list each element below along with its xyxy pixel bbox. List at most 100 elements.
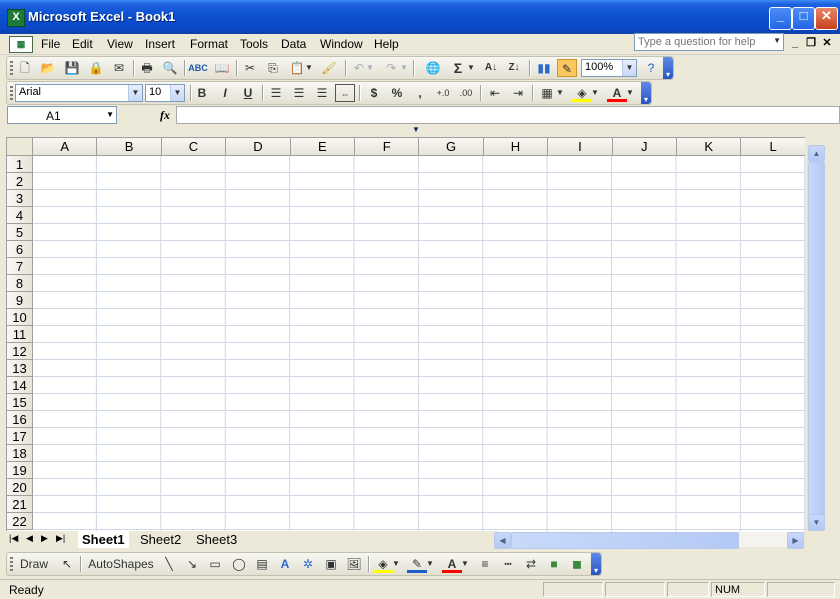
wordart-icon[interactable]: A bbox=[275, 555, 295, 573]
paste-dropdown-icon[interactable]: ▼ bbox=[304, 59, 314, 77]
draw-menu[interactable]: Draw ▾ bbox=[16, 555, 52, 589]
chevron-down-icon[interactable]: ▼ bbox=[106, 110, 114, 119]
prev-sheet-icon[interactable]: ◀ bbox=[26, 533, 33, 544]
autoshapes-menu[interactable]: AutoShapes ▾ bbox=[85, 555, 157, 589]
column-header[interactable]: G bbox=[419, 138, 484, 156]
percent-icon[interactable]: % bbox=[387, 84, 407, 102]
row-header[interactable]: 20 bbox=[7, 479, 33, 496]
format-painter-icon[interactable]: 🖌 bbox=[319, 59, 339, 77]
fill-color-dropdown-icon[interactable]: ▼ bbox=[590, 84, 600, 102]
menu-edit[interactable]: Edit bbox=[72, 37, 93, 51]
menu-insert[interactable]: Insert bbox=[145, 37, 175, 51]
last-sheet-icon[interactable]: ▶| bbox=[56, 533, 65, 544]
select-objects-icon[interactable]: ↖ bbox=[57, 555, 77, 573]
menu-file[interactable]: File bbox=[41, 37, 60, 51]
align-left-icon[interactable]: ☰ bbox=[266, 84, 286, 102]
doc-close-button[interactable]: ✕ bbox=[820, 36, 834, 50]
menu-window[interactable]: Window bbox=[320, 37, 363, 51]
row-header[interactable]: 13 bbox=[7, 360, 33, 377]
sheet-tab-sheet2[interactable]: Sheet2 bbox=[136, 531, 185, 548]
toolbar-options-icon[interactable]: ▾ bbox=[591, 553, 601, 575]
row-header[interactable]: 5 bbox=[7, 224, 33, 241]
save-icon[interactable]: 💾 bbox=[62, 59, 82, 77]
help-question-input[interactable] bbox=[638, 35, 764, 49]
menu-data[interactable]: Data bbox=[281, 37, 306, 51]
print-preview-icon[interactable]: 🔍 bbox=[160, 59, 180, 77]
sheet-tab-sheet3[interactable]: Sheet3 bbox=[192, 531, 241, 548]
row-header[interactable]: 19 bbox=[7, 462, 33, 479]
next-sheet-icon[interactable]: ▶ bbox=[41, 533, 48, 544]
formula-input[interactable] bbox=[176, 106, 840, 124]
draw-font-color-icon[interactable]: A bbox=[442, 555, 462, 573]
column-header[interactable]: A bbox=[33, 138, 98, 156]
menu-format[interactable]: Format bbox=[190, 37, 228, 51]
font-name-combo[interactable]: Arial ▼ bbox=[15, 84, 143, 102]
diagram-icon[interactable]: ✲ bbox=[298, 555, 318, 573]
row-header[interactable]: 2 bbox=[7, 173, 33, 190]
row-header[interactable]: 21 bbox=[7, 496, 33, 513]
decrease-indent-icon[interactable]: ⇤ bbox=[485, 84, 505, 102]
bold-icon[interactable]: B bbox=[192, 84, 212, 102]
row-header[interactable]: 14 bbox=[7, 377, 33, 394]
line-color-dropdown-icon[interactable]: ▼ bbox=[425, 555, 435, 573]
row-header[interactable]: 22 bbox=[7, 513, 33, 530]
underline-icon[interactable]: U bbox=[238, 84, 258, 102]
row-header[interactable]: 12 bbox=[7, 343, 33, 360]
sheet-tab-sheet1[interactable]: Sheet1 bbox=[78, 531, 129, 548]
fill-color-icon[interactable]: ◈ bbox=[572, 84, 592, 102]
italic-icon[interactable]: I bbox=[215, 84, 235, 102]
row-header[interactable]: 3 bbox=[7, 190, 33, 207]
row-header[interactable]: 17 bbox=[7, 428, 33, 445]
scroll-right-icon[interactable]: ▶ bbox=[787, 532, 804, 549]
draw-font-color-dropdown-icon[interactable]: ▼ bbox=[460, 555, 470, 573]
draw-fill-dropdown-icon[interactable]: ▼ bbox=[391, 555, 401, 573]
text-box-icon[interactable]: ▤ bbox=[252, 555, 272, 573]
column-header[interactable]: F bbox=[355, 138, 420, 156]
spelling-icon[interactable]: ABC bbox=[188, 59, 208, 77]
cut-icon[interactable]: ✂ bbox=[240, 59, 260, 77]
picture-icon[interactable]: 🖼 bbox=[344, 555, 364, 573]
scroll-left-icon[interactable]: ◀ bbox=[494, 532, 511, 549]
row-header[interactable]: 4 bbox=[7, 207, 33, 224]
column-header[interactable]: I bbox=[548, 138, 613, 156]
toolbar-grip[interactable] bbox=[10, 86, 13, 100]
toolbar-options-icon[interactable]: ▾ bbox=[663, 57, 673, 79]
font-size-combo[interactable]: 10 ▼ bbox=[145, 84, 185, 102]
merge-center-icon[interactable]: ⇔ bbox=[335, 84, 355, 102]
row-header[interactable]: 9 bbox=[7, 292, 33, 309]
column-header[interactable]: H bbox=[483, 138, 549, 156]
draw-fill-color-icon[interactable]: ◈ bbox=[373, 555, 393, 573]
horizontal-scrollbar[interactable]: ◀ ▶ bbox=[494, 532, 804, 549]
toolbar-grip[interactable] bbox=[10, 61, 13, 75]
open-icon[interactable]: 📂 bbox=[38, 59, 58, 77]
research-icon[interactable]: 📖 bbox=[212, 59, 232, 77]
insert-function-icon[interactable]: fx bbox=[160, 108, 170, 123]
row-header[interactable]: 10 bbox=[7, 309, 33, 326]
row-header[interactable]: 8 bbox=[7, 275, 33, 292]
column-header[interactable]: J bbox=[612, 138, 677, 156]
shadow-style-icon[interactable]: ■ bbox=[544, 555, 564, 573]
drawing-icon[interactable]: ✎ bbox=[557, 59, 577, 77]
horizontal-scroll-thumb[interactable] bbox=[511, 532, 739, 549]
toolbar-grip[interactable] bbox=[10, 557, 13, 571]
copy-icon[interactable]: ⎘ bbox=[263, 59, 283, 77]
arrow-icon[interactable]: ↘ bbox=[182, 555, 202, 573]
redo-dropdown-icon[interactable]: ▼ bbox=[399, 59, 409, 77]
sort-descending-icon[interactable]: Z↓ bbox=[504, 59, 524, 77]
first-sheet-icon[interactable]: |◀ bbox=[9, 533, 18, 544]
dash-style-icon[interactable]: ┅ bbox=[498, 555, 518, 573]
vertical-scroll-thumb[interactable] bbox=[808, 162, 825, 515]
close-button[interactable]: ✕ bbox=[815, 7, 838, 30]
font-color-icon[interactable]: A bbox=[607, 84, 627, 102]
borders-icon[interactable]: ▦ bbox=[537, 84, 557, 102]
row-header[interactable]: 16 bbox=[7, 411, 33, 428]
arrow-style-icon[interactable]: ⇄ bbox=[521, 555, 541, 573]
vertical-scrollbar[interactable]: ▲ ▼ bbox=[807, 145, 825, 531]
3d-style-icon[interactable]: ◼ bbox=[567, 555, 587, 573]
borders-dropdown-icon[interactable]: ▼ bbox=[555, 84, 565, 102]
row-header[interactable]: 1 bbox=[7, 156, 33, 173]
sort-ascending-icon[interactable]: A↓ bbox=[481, 59, 501, 77]
permission-icon[interactable]: 🔒 bbox=[86, 59, 106, 77]
increase-indent-icon[interactable]: ⇥ bbox=[508, 84, 528, 102]
excel-app-icon[interactable]: X bbox=[7, 9, 25, 27]
